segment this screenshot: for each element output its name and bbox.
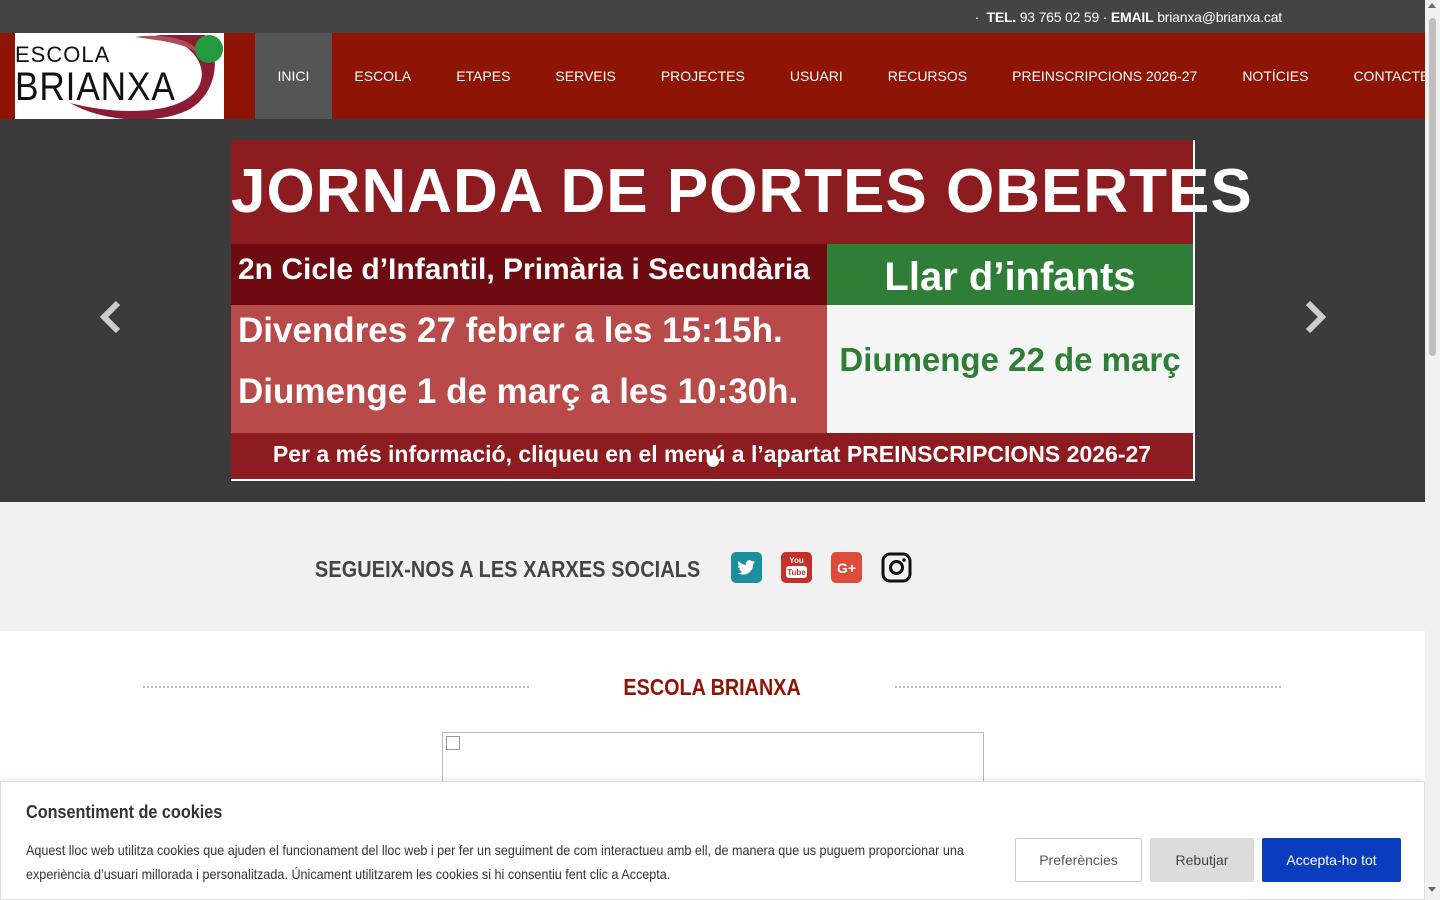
svg-text:G+: G+: [837, 560, 856, 576]
instagram-icon: [881, 552, 912, 583]
chevron-left-icon: [99, 300, 121, 334]
cookie-text: Aquest lloc web utilitza cookies que aju…: [26, 842, 964, 882]
cookie-accept-button[interactable]: Accepta-ho tot: [1262, 838, 1401, 882]
nav-item-serveis[interactable]: SERVEIS: [533, 33, 638, 119]
carousel-next-button[interactable]: [1300, 299, 1330, 335]
cookie-preferences-button[interactable]: Preferències: [1015, 838, 1142, 882]
email-value[interactable]: brianxa@brianxa.cat: [1157, 9, 1282, 25]
school-logo[interactable]: ESCOLA BRIANXA: [15, 33, 224, 119]
svg-text:Tube: Tube: [787, 568, 806, 577]
youtube-icon: You Tube: [786, 556, 807, 578]
nav-item-contacte[interactable]: CONTACTE: [1331, 33, 1440, 119]
scroll-down-arrow-icon[interactable]: [1428, 887, 1436, 892]
twitter-link[interactable]: [731, 552, 762, 583]
twitter-icon: [737, 560, 755, 575]
banner-llar: Llar d’infants: [827, 244, 1193, 305]
youtube-link[interactable]: You Tube: [781, 552, 812, 583]
svg-text:You: You: [789, 556, 804, 565]
site-header: ESCOLA BRIANXA INICI ESCOLA ETAPES SERVE…: [0, 33, 1429, 119]
cookie-consent-banner: Consentiment de cookies Aquest lloc web …: [0, 781, 1425, 900]
open-day-banner[interactable]: JORNADA DE PORTES OBERTES 2n Cicle d’Inf…: [231, 140, 1252, 481]
tel-value[interactable]: 93 765 02 59: [1020, 9, 1100, 25]
tel-label: TEL.: [986, 9, 1016, 25]
banner-date1: Divendres 27 febrer a les 15:15h.: [238, 311, 783, 350]
social-title: SEGUEIX-NOS A LES XARXES SOCIALS: [315, 556, 701, 582]
googleplus-link[interactable]: G+: [831, 552, 862, 583]
logo-line2: BRIANXA: [15, 65, 176, 109]
googleplus-icon: G+: [837, 560, 856, 576]
email-label: EMAIL: [1110, 9, 1154, 25]
nav-item-preinscripcions[interactable]: PREINSCRIPCIONS 2026-27: [990, 33, 1220, 119]
scroll-up-arrow-icon[interactable]: [1428, 3, 1436, 8]
banner-date2: Diumenge 1 de març a les 10:30h.: [238, 372, 799, 411]
main-nav: INICI ESCOLA ETAPES SERVEIS PROJECTES US…: [255, 33, 1440, 119]
broken-image-icon: [446, 736, 460, 750]
nav-item-recursos[interactable]: RECURSOS: [865, 33, 989, 119]
page-scrollbar[interactable]: [1425, 0, 1440, 900]
social-section: SEGUEIX-NOS A LES XARXES SOCIALS You Tub…: [0, 502, 1425, 631]
nav-item-usuari[interactable]: USUARI: [767, 33, 865, 119]
nav-item-projectes[interactable]: PROJECTES: [638, 33, 767, 119]
banner-title: JORNADA DE PORTES OBERTES: [231, 140, 1252, 244]
divider-right: [895, 686, 1281, 688]
carousel-prev-button[interactable]: [96, 299, 126, 335]
scroll-thumb[interactable]: [1429, 18, 1436, 356]
contact-info: · TEL. 93 765 02 59 · EMAIL brianxa@bria…: [974, 9, 1283, 25]
top-contact-bar: · TEL. 93 765 02 59 · EMAIL brianxa@bria…: [0, 0, 1425, 33]
cookie-reject-button[interactable]: Rebutjar: [1150, 838, 1254, 882]
nav-item-etapes[interactable]: ETAPES: [434, 33, 533, 119]
instagram-link[interactable]: [881, 552, 912, 583]
banner-llar-date: Diumenge 22 de març: [827, 305, 1193, 433]
carousel-indicator[interactable]: [707, 455, 719, 467]
cookie-title: Consentiment de cookies: [26, 802, 223, 822]
nav-item-escola[interactable]: ESCOLA: [332, 33, 434, 119]
hero-carousel: JORNADA DE PORTES OBERTES 2n Cicle d’Inf…: [0, 119, 1425, 502]
nav-item-inici[interactable]: INICI: [255, 33, 332, 119]
chevron-right-icon: [1305, 300, 1327, 334]
nav-item-noticies[interactable]: NOTÍCIES: [1220, 33, 1331, 119]
banner-dates: Divendres 27 febrer a les 15:15h. Diumen…: [231, 305, 827, 433]
banner-subtitle: 2n Cicle d’Infantil, Primària i Secundàr…: [231, 244, 827, 305]
